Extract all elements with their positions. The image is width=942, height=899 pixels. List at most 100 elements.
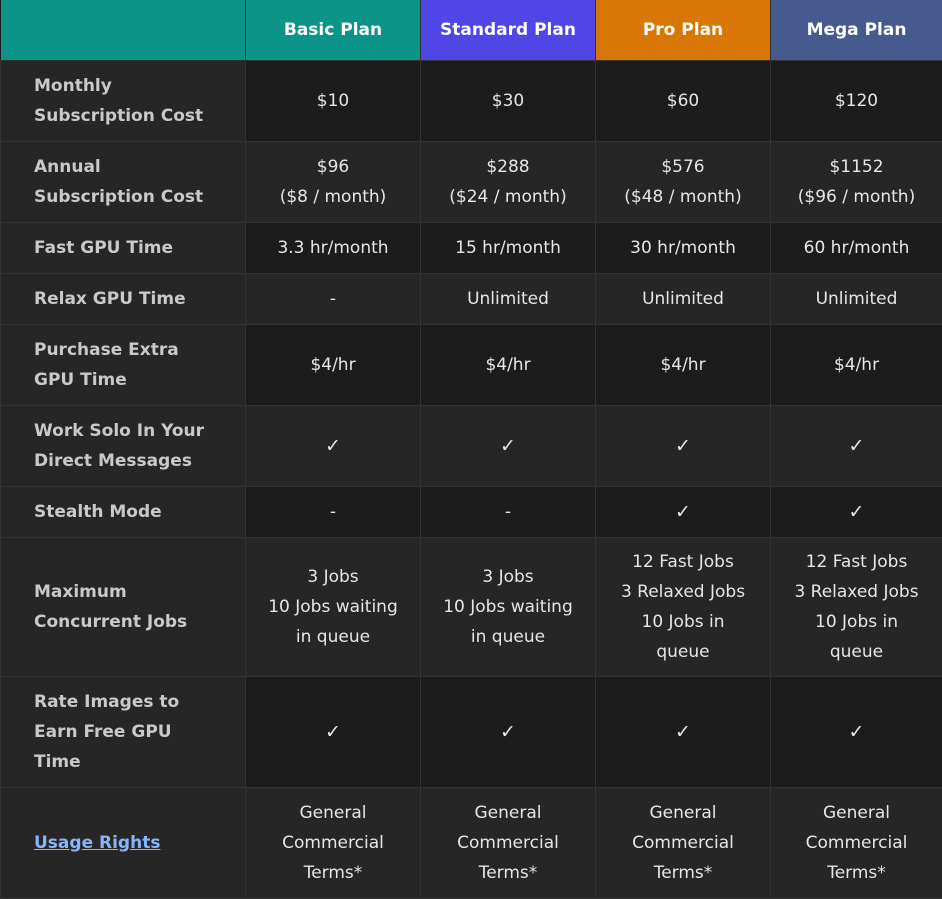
cell-fast-gpu-time-standard: 15 hr/month <box>421 223 596 274</box>
cell-value: 3.3 hr/month <box>250 233 416 263</box>
row-stealth-mode: Stealth Mode--✓✓ <box>1 487 942 538</box>
row-label-work-solo: Work Solo In YourDirect Messages <box>1 406 246 487</box>
cell-stealth-mode-standard: - <box>421 487 596 538</box>
cell-monthly-cost-standard: $30 <box>421 61 596 142</box>
cell-value: Terms* <box>600 858 766 888</box>
row-label-line: Relax GPU Time <box>34 284 241 314</box>
cell-value: General <box>600 798 766 828</box>
cell-annual-cost-mega: $1152($96 / month) <box>771 142 942 223</box>
cell-stealth-mode-pro: ✓ <box>596 487 771 538</box>
header-corner <box>1 0 246 61</box>
cell-work-solo-standard: ✓ <box>421 406 596 487</box>
row-label-usage-rights[interactable]: Usage Rights <box>1 788 246 899</box>
cell-value: Commercial <box>425 828 591 858</box>
cell-rate-images-mega: ✓ <box>771 677 942 788</box>
cell-value: 3 Jobs <box>250 562 416 592</box>
cell-value: $4/hr <box>250 350 416 380</box>
cell-extra-gpu-time-pro: $4/hr <box>596 325 771 406</box>
plan-header-pro: Pro Plan <box>596 0 771 61</box>
cell-value: General <box>775 798 938 828</box>
cell-value: 12 Fast Jobs <box>775 547 938 577</box>
checkmark-icon: ✓ <box>425 717 591 747</box>
checkmark-icon: ✓ <box>600 431 766 461</box>
cell-value: $96 <box>250 152 416 182</box>
cell-value: Unlimited <box>600 284 766 314</box>
cell-value: General <box>425 798 591 828</box>
cell-concurrent-jobs-pro: 12 Fast Jobs3 Relaxed Jobs10 Jobs inqueu… <box>596 538 771 677</box>
cell-monthly-cost-mega: $120 <box>771 61 942 142</box>
cell-value: in queue <box>250 622 416 652</box>
cell-value: $288 <box>425 152 591 182</box>
cell-concurrent-jobs-basic: 3 Jobs10 Jobs waitingin queue <box>246 538 421 677</box>
cell-value: Terms* <box>250 858 416 888</box>
cell-value: $4/hr <box>775 350 938 380</box>
plan-header-standard: Standard Plan <box>421 0 596 61</box>
row-annual-cost: AnnualSubscription Cost$96($8 / month)$2… <box>1 142 942 223</box>
checkmark-icon: ✓ <box>600 497 766 527</box>
cell-value: ($96 / month) <box>775 182 938 212</box>
cell-value: Unlimited <box>425 284 591 314</box>
row-label-line: GPU Time <box>34 365 241 395</box>
plan-header-basic: Basic Plan <box>246 0 421 61</box>
cell-value: Commercial <box>775 828 938 858</box>
row-label-line: Rate Images to <box>34 687 241 717</box>
cell-value: ($8 / month) <box>250 182 416 212</box>
row-label-line: Stealth Mode <box>34 497 241 527</box>
row-label-line: Direct Messages <box>34 446 241 476</box>
cell-value: Commercial <box>250 828 416 858</box>
cell-concurrent-jobs-standard: 3 Jobs10 Jobs waitingin queue <box>421 538 596 677</box>
cell-concurrent-jobs-mega: 12 Fast Jobs3 Relaxed Jobs10 Jobs inqueu… <box>771 538 942 677</box>
cell-value: $4/hr <box>600 350 766 380</box>
cell-value: ($24 / month) <box>425 182 591 212</box>
cell-fast-gpu-time-mega: 60 hr/month <box>771 223 942 274</box>
cell-usage-rights-mega: GeneralCommercialTerms* <box>771 788 942 899</box>
checkmark-icon: ✓ <box>775 717 938 747</box>
cell-value: queue <box>775 637 938 667</box>
usage-rights-link[interactable]: Usage Rights <box>34 833 160 853</box>
cell-value: Commercial <box>600 828 766 858</box>
cell-value: $10 <box>250 86 416 116</box>
cell-value: 15 hr/month <box>425 233 591 263</box>
row-label-concurrent-jobs: MaximumConcurrent Jobs <box>1 538 246 677</box>
cell-extra-gpu-time-basic: $4/hr <box>246 325 421 406</box>
cell-rate-images-standard: ✓ <box>421 677 596 788</box>
row-label-line: Subscription Cost <box>34 182 241 212</box>
cell-monthly-cost-basic: $10 <box>246 61 421 142</box>
row-label-line: Usage Rights <box>34 833 160 853</box>
cell-value: 10 Jobs waiting <box>425 592 591 622</box>
row-label-line: Concurrent Jobs <box>34 607 241 637</box>
row-rate-images: Rate Images toEarn Free GPUTime✓✓✓✓ <box>1 677 942 788</box>
cell-value: 10 Jobs in <box>775 607 938 637</box>
row-concurrent-jobs: MaximumConcurrent Jobs3 Jobs10 Jobs wait… <box>1 538 942 677</box>
cell-rate-images-pro: ✓ <box>596 677 771 788</box>
row-label-line: Fast GPU Time <box>34 233 241 263</box>
cell-work-solo-pro: ✓ <box>596 406 771 487</box>
cell-value: 3 Relaxed Jobs <box>775 577 938 607</box>
cell-work-solo-basic: ✓ <box>246 406 421 487</box>
checkmark-icon: ✓ <box>775 497 938 527</box>
cell-value: 30 hr/month <box>600 233 766 263</box>
cell-value: - <box>250 497 416 527</box>
cell-stealth-mode-basic: - <box>246 487 421 538</box>
cell-value: $60 <box>600 86 766 116</box>
cell-usage-rights-pro: GeneralCommercialTerms* <box>596 788 771 899</box>
cell-value: 10 Jobs in <box>600 607 766 637</box>
cell-relax-gpu-time-standard: Unlimited <box>421 274 596 325</box>
cell-extra-gpu-time-mega: $4/hr <box>771 325 942 406</box>
cell-fast-gpu-time-basic: 3.3 hr/month <box>246 223 421 274</box>
row-label-line: Annual <box>34 152 241 182</box>
cell-value: ($48 / month) <box>600 182 766 212</box>
cell-value: 3 Relaxed Jobs <box>600 577 766 607</box>
pricing-table: Basic Plan Standard Plan Pro Plan Mega P… <box>0 0 942 899</box>
row-label-monthly-cost: MonthlySubscription Cost <box>1 61 246 142</box>
cell-value: $576 <box>600 152 766 182</box>
row-label-annual-cost: AnnualSubscription Cost <box>1 142 246 223</box>
cell-value: Terms* <box>425 858 591 888</box>
cell-annual-cost-pro: $576($48 / month) <box>596 142 771 223</box>
plan-header-row: Basic Plan Standard Plan Pro Plan Mega P… <box>1 0 942 61</box>
row-label-line: Purchase Extra <box>34 335 241 365</box>
row-label-line: Time <box>34 747 241 777</box>
plan-header-mega: Mega Plan <box>771 0 942 61</box>
cell-value: $30 <box>425 86 591 116</box>
row-usage-rights: Usage RightsGeneralCommercialTerms*Gener… <box>1 788 942 899</box>
